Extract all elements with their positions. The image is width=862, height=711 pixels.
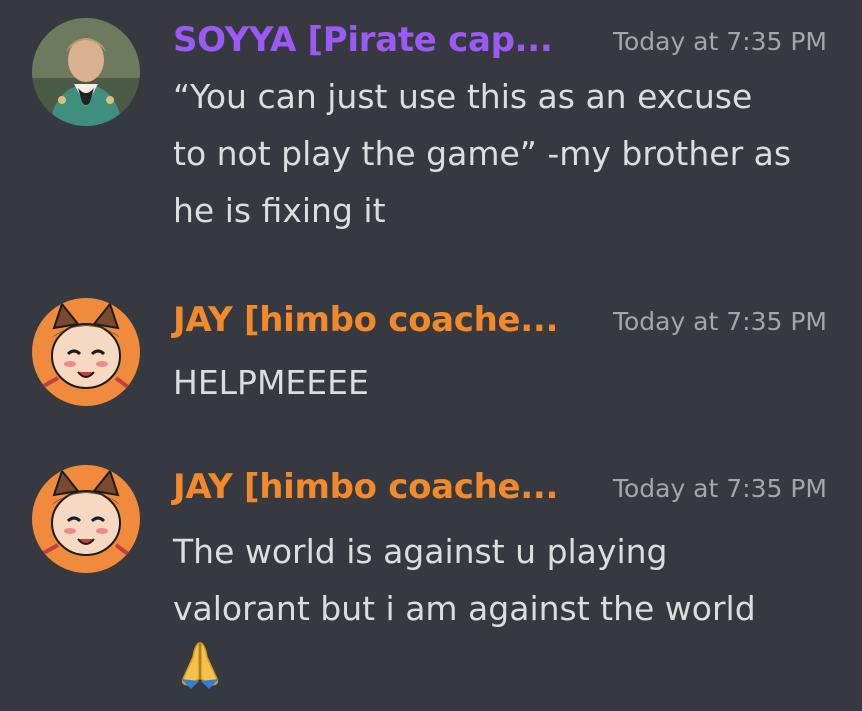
cartoon-cat-avatar — [32, 298, 140, 406]
message-line: The world is against u playing — [173, 532, 668, 571]
username[interactable]: JAY [himbo coache... — [173, 300, 558, 340]
timestamp: Today at 7:35 PM — [612, 474, 827, 503]
message-content: “You can just use this as an excuse to n… — [173, 68, 843, 239]
message-line: valorant but i am against the world — [173, 589, 756, 628]
avatar[interactable] — [32, 298, 140, 406]
cartoon-cat-avatar — [32, 465, 140, 573]
chat-message: SOYYA [Pirate cap... Today at 7:35 PM “Y… — [0, 18, 862, 248]
timestamp: Today at 7:35 PM — [612, 307, 827, 336]
message-line — [173, 637, 843, 694]
message-content: HELPMEEEE — [173, 354, 843, 411]
avatar[interactable] — [32, 18, 140, 126]
pirate-captain-avatar — [32, 18, 140, 126]
chat-message: JAY [himbo coache... Today at 7:35 PM HE… — [0, 298, 862, 418]
message-line: to not play the game” -my brother as — [173, 134, 792, 173]
message-header: JAY [himbo coache... Today at 7:35 PM — [173, 465, 833, 513]
message-line: “You can just use this as an excuse — [173, 77, 753, 116]
username[interactable]: JAY [himbo coache... — [173, 467, 558, 507]
folded-hands-emoji — [173, 637, 227, 691]
message-line: he is fixing it — [173, 191, 386, 230]
timestamp: Today at 7:35 PM — [612, 27, 827, 56]
chat-message-list: SOYYA [Pirate cap... Today at 7:35 PM “Y… — [0, 0, 862, 711]
message-line: HELPMEEEE — [173, 363, 369, 402]
message-header: SOYYA [Pirate cap... Today at 7:35 PM — [173, 18, 833, 66]
message-content: The world is against u playing valorant … — [173, 523, 843, 694]
message-header: JAY [himbo coache... Today at 7:35 PM — [173, 298, 833, 346]
username[interactable]: SOYYA [Pirate cap... — [173, 20, 553, 60]
avatar[interactable] — [32, 465, 140, 573]
chat-message: JAY [himbo coache... Today at 7:35 PM Th… — [0, 465, 862, 711]
